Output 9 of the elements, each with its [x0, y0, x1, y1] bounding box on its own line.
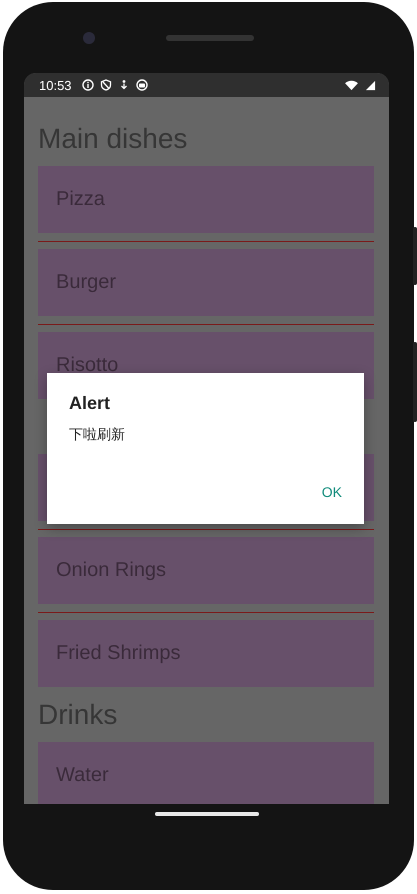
wifi-icon — [345, 80, 358, 90]
shield-icon — [100, 79, 112, 91]
info-icon — [82, 79, 94, 91]
camera-icon — [83, 32, 95, 44]
dialog-message: 下啦刷新 — [69, 426, 126, 444]
ok-button[interactable]: OK — [314, 480, 350, 504]
status-time: 10:53 — [39, 78, 72, 92]
navigation-pill[interactable] — [155, 812, 259, 816]
signal-icon — [364, 80, 377, 90]
